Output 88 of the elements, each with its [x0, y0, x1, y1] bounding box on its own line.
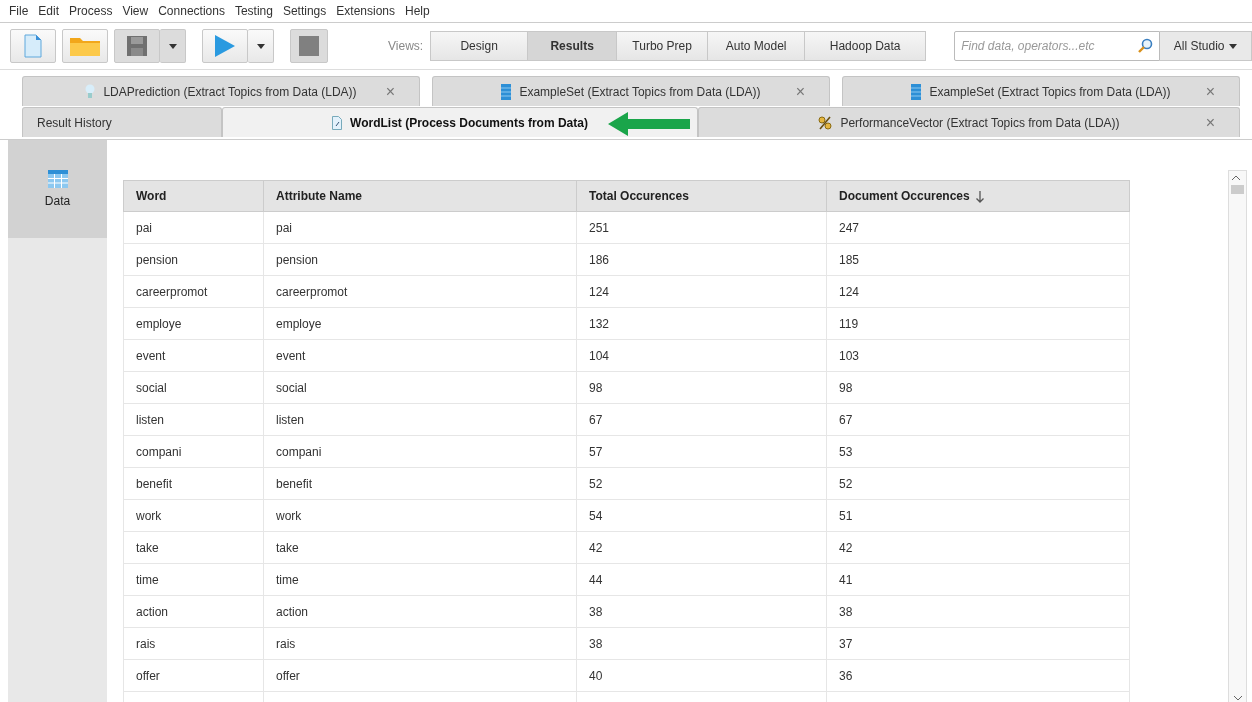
view-tab[interactable]: Auto Model: [707, 31, 806, 61]
table-cell: compani: [123, 435, 264, 468]
table-cell: careerpromot: [263, 275, 577, 308]
table-cell: 247: [826, 211, 1130, 244]
scope-dropdown[interactable]: All Studio: [1160, 31, 1252, 61]
table-cell: compani: [263, 435, 577, 468]
table-cell: 41: [826, 563, 1130, 596]
menu-item[interactable]: Process: [64, 4, 118, 18]
table-cell: take: [263, 531, 577, 564]
table-cell: 38: [826, 595, 1130, 628]
menu-item[interactable]: File: [4, 4, 34, 18]
table-cell: 53: [826, 435, 1130, 468]
table-cell: rais: [123, 627, 264, 660]
table-cell: event: [123, 339, 264, 372]
table-cell: listen: [123, 403, 264, 436]
table-cell: listen: [263, 403, 577, 436]
table-cell: 103: [826, 339, 1130, 372]
result-tab[interactable]: PerformanceVector (Extract Topics from Data (LDA)) ×: [698, 107, 1240, 137]
sidebar-item[interactable]: Data: [8, 140, 107, 238]
table-cell: social: [123, 371, 264, 404]
table-cell: employe: [123, 307, 264, 340]
table-cell: action: [123, 595, 264, 628]
menu-item[interactable]: Edit: [33, 4, 65, 18]
table-cell: 52: [576, 467, 827, 500]
table-cell: 104: [576, 339, 827, 372]
table-cell: 124: [576, 275, 827, 308]
table-cell: offer: [263, 659, 577, 692]
view-tab[interactable]: Design: [430, 31, 529, 61]
table-cell: 98: [576, 371, 827, 404]
table-cell: take: [123, 531, 264, 564]
table-cell: 54: [576, 499, 827, 532]
table-cell: 37: [826, 627, 1130, 660]
view-tab[interactable]: Turbo Prep: [616, 31, 709, 61]
menu-item[interactable]: Extensions: [331, 4, 400, 18]
table-cell: 67: [826, 403, 1130, 436]
table-cell: 98: [826, 371, 1130, 404]
views-label: Views:: [388, 39, 424, 53]
table-cell: 42: [826, 531, 1130, 564]
table-cell: 186: [576, 243, 827, 276]
view-tab[interactable]: Hadoop Data: [804, 31, 927, 61]
result-tab[interactable]: ExampleSet (Extract Topics from Data (LDA)) ×: [842, 76, 1240, 106]
table-cell: 44: [576, 563, 827, 596]
menu-item[interactable]: View: [117, 4, 154, 18]
table-cell: pension: [263, 243, 577, 276]
view-tab[interactable]: Results: [527, 31, 618, 61]
result-tab[interactable]: Result History: [22, 107, 222, 137]
table-cell: 38: [576, 595, 827, 628]
menu-item[interactable]: Help: [400, 4, 435, 18]
result-tab[interactable]: LDAPrediction (Extract Topics from Data (LDA)) ×: [22, 76, 420, 106]
result-tab[interactable]: ExampleSet (Extract Topics from Data (LDA)) ×: [432, 76, 830, 106]
table-cell: offer: [123, 659, 264, 692]
column-header[interactable]: Document Occurences: [826, 180, 1130, 212]
table-cell: time: [123, 563, 264, 596]
column-header[interactable]: Attribute Name: [263, 180, 577, 212]
table-cell: benefit: [263, 467, 577, 500]
table-cell: action: [263, 595, 577, 628]
table-cell: work: [263, 499, 577, 532]
table-cell: pai: [123, 211, 264, 244]
table-cell: 132: [576, 307, 827, 340]
table-cell: pension: [123, 243, 264, 276]
table-cell: careerpromot: [123, 275, 264, 308]
menu-item[interactable]: Testing: [229, 4, 278, 18]
table-cell: social: [263, 371, 577, 404]
table-cell: 67: [576, 403, 827, 436]
table-cell: employe: [263, 307, 577, 340]
table-cell: event: [263, 339, 577, 372]
table-cell: 40: [576, 659, 827, 692]
table-cell: 251: [576, 211, 827, 244]
table-cell: benefit: [123, 467, 264, 500]
table-cell: 42: [576, 531, 827, 564]
result-tab[interactable]: WordList (Process Documents from Data): [222, 107, 698, 137]
table-cell: 51: [826, 499, 1130, 532]
table-cell: 119: [826, 307, 1130, 340]
search-field[interactable]: Find data, operators...etc: [954, 31, 1161, 61]
column-header[interactable]: Word: [123, 180, 264, 212]
menu-item[interactable]: Settings: [277, 4, 332, 18]
column-header[interactable]: Total Occurences: [576, 180, 827, 212]
table-cell: rais: [263, 627, 577, 660]
menu-item[interactable]: Connections: [153, 4, 230, 18]
table-cell: pai: [263, 211, 577, 244]
table-cell: 36: [826, 659, 1130, 692]
table-cell: 124: [826, 275, 1130, 308]
table-cell: work: [123, 499, 264, 532]
table-cell: time: [263, 563, 577, 596]
table-cell: 52: [826, 467, 1130, 500]
table-cell: 57: [576, 435, 827, 468]
table-cell: 38: [576, 627, 827, 660]
table-cell: 185: [826, 243, 1130, 276]
